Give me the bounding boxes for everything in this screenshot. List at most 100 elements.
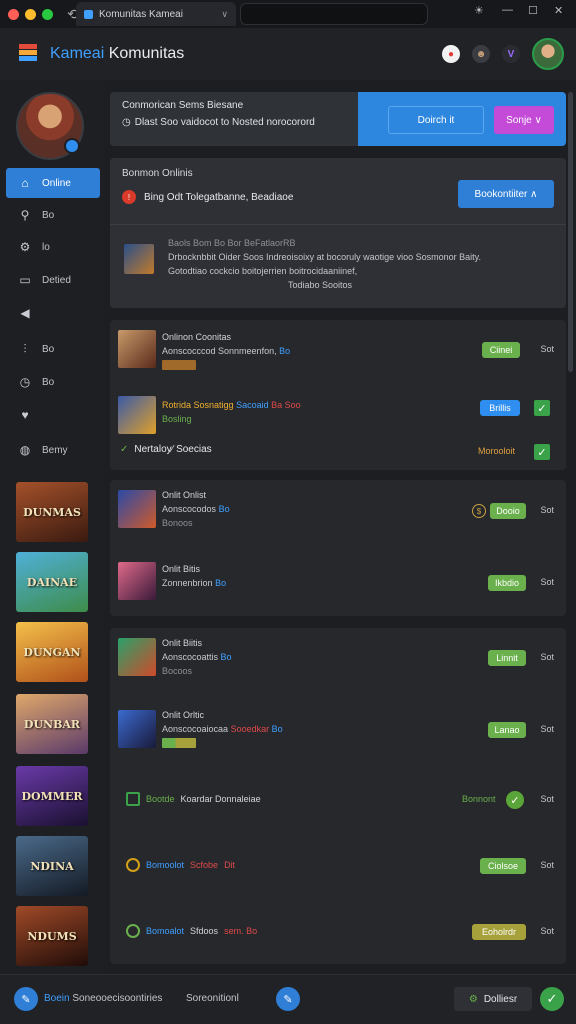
join-button[interactable]: Linnit	[488, 650, 526, 666]
browser-tab[interactable]: Komunitas Kameai ∨	[76, 2, 236, 26]
join-button[interactable]: Dooio	[490, 503, 526, 519]
member-count: Sot	[540, 794, 554, 804]
maximize-window-button[interactable]	[42, 8, 53, 20]
bookmark-button[interactable]: Bookontiiter ∧	[458, 180, 554, 208]
game-title: NDINA	[30, 859, 74, 873]
community-info: Onlit Biitis Aonscocoattis Bo Bocoos	[162, 636, 232, 678]
activity-text: Dit	[224, 860, 236, 870]
game-thumbnail[interactable]: DOMMER	[16, 766, 88, 826]
community-detail: Aonscocccod Sonnmeenfon, Bo	[162, 344, 290, 358]
sidebar-item-bemy[interactable]: ◍ Bemy	[6, 435, 100, 465]
banner-primary-button[interactable]: Doirch it	[388, 106, 484, 134]
community-info: Rotrida Sosnatigg Sacoaid Ba Soo Bosling	[162, 398, 301, 426]
sidebar-item-recent[interactable]: ◷ Bo	[6, 367, 100, 397]
community-thumbnail[interactable]	[118, 330, 156, 368]
join-button[interactable]: Ikbdio	[488, 575, 526, 591]
alert-icon: !	[122, 190, 136, 204]
claim-button[interactable]: Ciolsoe	[480, 858, 526, 874]
sidebar-item-label: Bo	[42, 376, 55, 388]
maximize-button[interactable]: ☐	[528, 4, 538, 17]
community-detail-accent: Bo	[218, 504, 230, 514]
user-avatar[interactable]	[532, 38, 564, 70]
sidebar-item-label: Bo	[42, 209, 55, 221]
section-footer-label: Nertaloy⁄ Soecias	[134, 444, 212, 455]
divider	[110, 224, 566, 225]
footer-label: Boein	[44, 993, 70, 1004]
activity-label: Bomoolot	[146, 860, 185, 870]
deliver-button-label: Dolliesr	[483, 993, 518, 1005]
check-icon: ✓	[120, 444, 129, 455]
community-thumbnail[interactable]	[118, 562, 156, 600]
header-actions: ● ☻ V	[442, 38, 564, 70]
game-title: DUNBAR	[23, 717, 81, 731]
friends-icon[interactable]: ☻	[472, 45, 490, 63]
game-thumbnail[interactable]: NDUMS	[16, 906, 88, 966]
promo-banner: Conmorican Sems Biesane ◷ Dlast Soo vaid…	[110, 92, 566, 146]
sidebar-item-detied[interactable]: ▭ Detied	[6, 265, 100, 295]
sidebar-item-label: Online	[42, 177, 71, 189]
community-detail-text: Aonscocccod Sonnmeenfon,	[162, 346, 277, 356]
game-thumbnail[interactable]: DUNGAN	[16, 622, 88, 682]
community-thumbnail[interactable]	[118, 638, 156, 676]
edit-icon[interactable]: ✎	[14, 987, 38, 1011]
game-thumbnail[interactable]: DUNBAR	[16, 694, 88, 754]
post-line: Gotodtiao cockcio boitojerrien boitrocid…	[168, 266, 358, 276]
community-thumbnail[interactable]	[118, 490, 156, 528]
main-content: Conmorican Sems Biesane ◷ Dlast Soo vaid…	[104, 80, 576, 974]
community-detail-text: Aonscocoaiocaa	[162, 724, 229, 734]
post-thumbnail[interactable]	[124, 244, 154, 274]
app-logo-icon[interactable]	[16, 42, 40, 66]
sidebar-item-search[interactable]: ⚲ Bo	[6, 200, 100, 230]
checkbox-checked[interactable]: ✓	[534, 400, 550, 416]
minimize-button[interactable]: —	[502, 4, 513, 16]
clock-icon: ◷	[19, 375, 31, 389]
activity-line: Bomoolot Scfobe Dit	[126, 858, 235, 872]
clock-icon: ◷	[122, 117, 131, 128]
app-header: Kameai Komunitas ● ☻ V	[0, 28, 576, 80]
title-bar: ⟲ Komunitas Kameai ∨ ☀ — ☐ ✕	[0, 0, 576, 28]
community-info: Onlinon Coonitas Aonscocccod Sonnmeenfon…	[162, 330, 290, 374]
banner-dropdown-button[interactable]: Sonje ∨	[494, 106, 554, 134]
sidebar-item-announcements[interactable]: ◀	[6, 298, 100, 328]
tab-dropdown-icon[interactable]: ∨	[221, 9, 228, 20]
theme-toggle-icon[interactable]: ☀	[474, 4, 484, 17]
shield-icon[interactable]: V	[502, 45, 520, 63]
sidebar-item-games[interactable]: ⚙ lo	[6, 232, 100, 262]
game-thumbnail[interactable]: DAINAE	[16, 552, 88, 612]
screen-icon: ▭	[19, 273, 31, 287]
sidebar-item-library[interactable]: ⫶ Bo	[6, 334, 100, 364]
member-count: Sot	[540, 505, 554, 515]
member-count: Sot	[540, 344, 554, 354]
close-button[interactable]: ✕	[554, 4, 563, 17]
address-bar[interactable]	[240, 3, 428, 25]
sidebar-item-favorites[interactable]: ♥	[6, 400, 100, 430]
claim-button[interactable]: Eoholrdr	[472, 924, 526, 940]
community-thumbnail[interactable]	[118, 396, 156, 434]
minimize-window-button[interactable]	[25, 8, 36, 20]
game-title: DAINAE	[26, 575, 78, 589]
community-thumbnail[interactable]	[118, 710, 156, 748]
home-icon: ⌂	[21, 176, 29, 190]
community-detail-text: Aonscocodos	[162, 504, 217, 514]
checkbox-checked[interactable]: ✓	[534, 444, 550, 460]
confirm-check-icon[interactable]: ✓	[540, 987, 564, 1011]
join-button[interactable]: Ciinei	[482, 342, 520, 358]
compose-icon[interactable]: ✎	[276, 987, 300, 1011]
status-text: Morooloit	[478, 446, 516, 456]
close-window-button[interactable]	[8, 8, 19, 20]
scrollbar[interactable]	[568, 92, 573, 372]
activity-line: Bootde Koardar Donnaleiae	[126, 792, 261, 806]
coin-icon: $	[472, 504, 486, 518]
brand-part-1: Kameai	[50, 45, 105, 62]
app-brand: Kameai Komunitas	[50, 45, 184, 63]
play-button[interactable]: Brillis	[480, 400, 520, 416]
community-name: Onlit Onlist	[162, 490, 207, 500]
deliver-button[interactable]: ⚙ Dolliesr	[454, 987, 532, 1011]
notification-icon[interactable]: ●	[442, 45, 460, 63]
join-button[interactable]: Lanao	[488, 722, 526, 738]
sidebar-item-online[interactable]: ⌂ Online	[6, 168, 100, 198]
game-title: DOMMER	[21, 789, 83, 803]
checkbox-icon[interactable]	[126, 792, 140, 806]
game-thumbnail[interactable]: NDINA	[16, 836, 88, 896]
game-thumbnail[interactable]: DUNMAS	[16, 482, 88, 542]
